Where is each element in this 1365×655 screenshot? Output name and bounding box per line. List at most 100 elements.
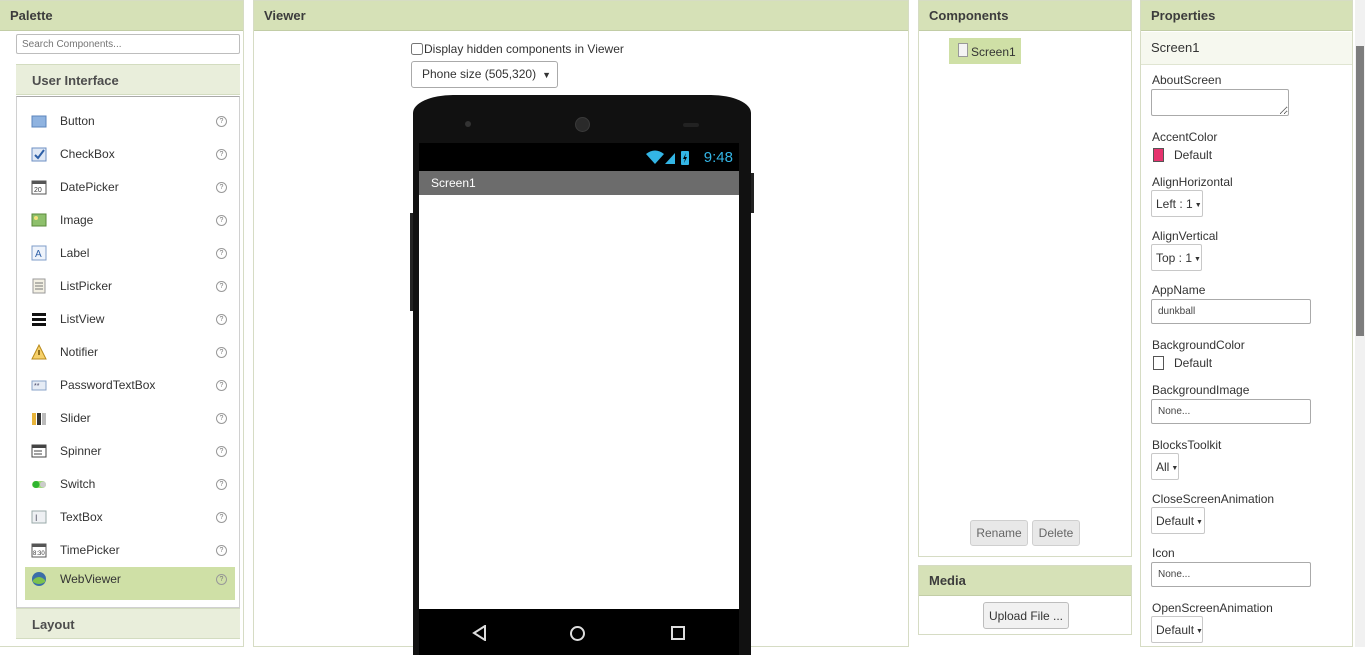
page-scrollbar[interactable] — [1355, 0, 1365, 647]
palette-item-label: Spinner — [60, 444, 102, 458]
home-icon — [570, 626, 585, 641]
accent-color-swatch[interactable] — [1153, 148, 1164, 162]
viewer-panel: Viewer Display hidden components in View… — [253, 0, 909, 655]
checkbox-icon — [31, 147, 47, 162]
search-components-input[interactable] — [16, 34, 240, 54]
palette-panel: Palette User Interface Button ? CheckBox… — [0, 0, 244, 647]
svg-text:I: I — [35, 513, 38, 523]
phone-status-bar: 9:48 — [419, 143, 739, 171]
palette-item-listview[interactable]: ListView ? — [25, 299, 235, 332]
display-hidden-components-checkbox[interactable]: Display hidden components in Viewer — [411, 42, 624, 56]
switch-icon — [32, 481, 46, 488]
palette-item-timepicker[interactable]: 8:30 TimePicker ? — [25, 530, 235, 563]
palette-item-label: CheckBox — [60, 147, 115, 161]
button-icon — [31, 115, 47, 128]
help-icon[interactable]: ? — [216, 347, 227, 358]
open-screen-animation-value: Default — [1156, 623, 1195, 637]
palette-item-webviewer[interactable]: WebViewer ? — [25, 567, 235, 600]
hidden-components-checkbox-input[interactable] — [411, 43, 423, 55]
help-icon[interactable]: ? — [216, 413, 227, 424]
about-screen-textarea[interactable] — [1151, 89, 1289, 116]
palette-item-label: DatePicker — [60, 180, 119, 194]
component-tree-screen1[interactable]: Screen1 — [949, 38, 1021, 64]
align-horizontal-label: AlignHorizontal — [1152, 175, 1233, 189]
phone-size-value: Phone size (505,320) — [422, 67, 537, 81]
help-icon[interactable]: ? — [216, 512, 227, 523]
align-vertical-dropdown[interactable]: Top : 1 ▼ — [1151, 244, 1202, 271]
status-time: 9:48 — [703, 149, 733, 166]
phone-camera-icon — [575, 117, 590, 132]
icon-property-input[interactable]: None... — [1151, 562, 1311, 587]
phone-mockup: 9:48 Screen1 — [410, 95, 754, 655]
palette-item-passwordtextbox[interactable]: ** PasswordTextBox ? — [25, 365, 235, 398]
screen-icon — [958, 43, 968, 57]
palette-title: Palette — [0, 1, 243, 31]
help-icon[interactable]: ? — [216, 545, 227, 556]
close-screen-animation-dropdown[interactable]: Default ▼ — [1151, 507, 1205, 534]
palette-item-textbox[interactable]: I TextBox ? — [25, 497, 235, 530]
phone-size-select[interactable]: Phone size (505,320) ▼ — [411, 61, 558, 88]
upload-file-button[interactable]: Upload File ... — [983, 602, 1069, 629]
help-icon[interactable]: ? — [216, 149, 227, 160]
background-image-input[interactable]: None... — [1151, 399, 1311, 424]
align-horizontal-value: Left : 1 — [1156, 197, 1193, 211]
palette-item-label: Button — [60, 114, 95, 128]
label-icon: A — [31, 245, 47, 261]
app-name-input[interactable]: dunkball — [1151, 299, 1311, 324]
viewer-title: Viewer — [254, 1, 908, 31]
background-color-swatch[interactable] — [1153, 356, 1164, 370]
accent-color-value[interactable]: Default — [1174, 148, 1212, 162]
help-icon[interactable]: ? — [216, 446, 227, 457]
palette-item-slider[interactable]: Slider ? — [25, 398, 235, 431]
selected-component-name: Screen1 — [1141, 32, 1352, 65]
slider-icon — [32, 413, 46, 425]
help-icon[interactable]: ? — [216, 479, 227, 490]
palette-item-button[interactable]: Button ? — [25, 101, 235, 134]
properties-title: Properties — [1141, 1, 1352, 31]
palette-item-switch[interactable]: Switch ? — [25, 464, 235, 497]
components-panel: Components Screen1 Rename Delete — [918, 0, 1132, 557]
webviewer-icon — [32, 572, 46, 586]
open-screen-animation-dropdown[interactable]: Default ▼ — [1151, 616, 1203, 643]
help-icon[interactable]: ? — [216, 314, 227, 325]
rename-button[interactable]: Rename — [970, 520, 1028, 546]
phone-sensor-icon — [465, 121, 471, 127]
palette-item-datepicker[interactable]: 20 DatePicker ? — [25, 167, 235, 200]
close-screen-animation-label: CloseScreenAnimation — [1152, 492, 1275, 506]
delete-button[interactable]: Delete — [1032, 520, 1080, 546]
help-icon[interactable]: ? — [216, 248, 227, 259]
palette-item-checkbox[interactable]: CheckBox ? — [25, 134, 235, 167]
phone-screen-canvas[interactable] — [419, 195, 739, 609]
chevron-down-icon: ▼ — [1171, 465, 1179, 472]
palette-item-notifier[interactable]: Notifier ? — [25, 332, 235, 365]
help-icon[interactable]: ? — [216, 281, 227, 292]
background-color-value[interactable]: Default — [1174, 356, 1212, 370]
media-title: Media — [919, 566, 1131, 596]
blocks-toolkit-dropdown[interactable]: All ▼ — [1151, 453, 1179, 480]
phone-nav-bar — [419, 609, 739, 655]
blocks-toolkit-label: BlocksToolkit — [1152, 438, 1222, 452]
listpicker-icon — [32, 278, 46, 294]
help-icon[interactable]: ? — [216, 574, 227, 585]
palette-item-image[interactable]: Image ? — [25, 200, 235, 233]
palette-item-listpicker[interactable]: ListPicker ? — [25, 266, 235, 299]
about-screen-label: AboutScreen — [1152, 73, 1222, 87]
palette-item-spinner[interactable]: Spinner ? — [25, 431, 235, 464]
app-name-label: AppName — [1152, 283, 1206, 297]
help-icon[interactable]: ? — [216, 380, 227, 391]
palette-item-list: Button ? CheckBox ? 20 DatePicker ? Imag… — [16, 96, 240, 608]
palette-item-label-component[interactable]: A Label ? — [25, 233, 235, 266]
svg-text:**: ** — [34, 383, 40, 390]
chevron-down-icon: ▼ — [1194, 202, 1202, 209]
help-icon[interactable]: ? — [216, 182, 227, 193]
category-layout[interactable]: Layout — [16, 608, 240, 639]
svg-text:20: 20 — [34, 187, 42, 194]
category-user-interface[interactable]: User Interface — [16, 64, 240, 95]
help-icon[interactable]: ? — [216, 116, 227, 127]
scrollbar-thumb[interactable] — [1356, 46, 1364, 336]
back-icon — [472, 625, 486, 641]
recent-apps-icon — [671, 626, 685, 640]
palette-item-label: Slider — [60, 411, 91, 425]
align-horizontal-dropdown[interactable]: Left : 1 ▼ — [1151, 190, 1203, 217]
help-icon[interactable]: ? — [216, 215, 227, 226]
